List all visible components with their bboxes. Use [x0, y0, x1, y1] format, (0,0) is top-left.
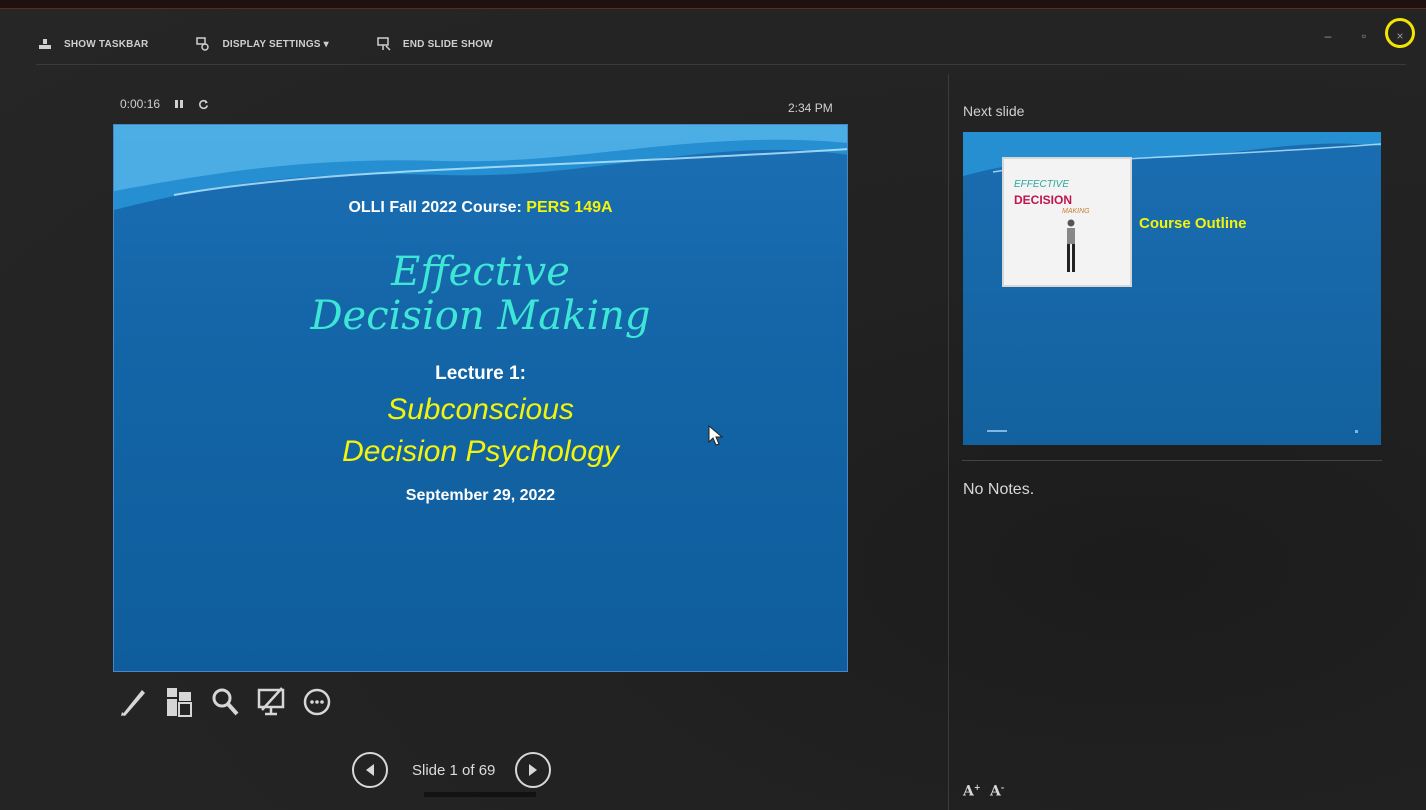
- increase-font-icon: A: [963, 783, 974, 800]
- display-settings-label: DISPLAY SETTINGS ▾: [222, 38, 329, 50]
- next-slide-footer-text: [987, 430, 1007, 432]
- book-cover-line1: EFFECTIVE: [1014, 179, 1070, 190]
- decrease-font-icon: A: [990, 783, 1001, 800]
- slide-lecture: Lecture 1:: [435, 363, 526, 384]
- more-options-icon: [303, 688, 331, 716]
- increase-font-button[interactable]: A+: [963, 782, 981, 800]
- book-cover-line2: DECISION: [1014, 193, 1073, 207]
- black-screen-icon: [257, 687, 285, 716]
- see-all-slides-icon: [167, 688, 192, 717]
- next-slide-label: Next slide: [963, 103, 1025, 119]
- slide-course-line: OLLI Fall 2022 Course: PERS 149A: [114, 199, 847, 217]
- toolbar-divider: [36, 64, 1406, 65]
- display-settings-icon: [196, 37, 210, 51]
- display-settings-button[interactable]: DISPLAY SETTINGS ▾: [196, 37, 329, 51]
- previous-slide-button[interactable]: [352, 752, 388, 788]
- more-options-button[interactable]: [300, 683, 334, 721]
- speaker-notes: No Notes.: [963, 481, 1035, 498]
- next-slide-button[interactable]: [515, 752, 552, 788]
- course-code: PERS 149A: [526, 199, 613, 216]
- current-time: 2:34 PM: [788, 101, 833, 115]
- pen-tool-button[interactable]: [116, 683, 150, 721]
- zoom-button[interactable]: [208, 683, 242, 721]
- end-slide-show-label: END SLIDE SHOW: [402, 38, 493, 50]
- mouse-cursor-icon: [708, 425, 724, 446]
- minimize-icon: ‒: [1324, 29, 1332, 43]
- current-slide[interactable]: OLLI Fall 2022 Course: PERS 149A Effecti…: [113, 124, 848, 672]
- show-taskbar-label: SHOW TASKBAR: [64, 38, 149, 50]
- slide-navigation: Slide 1 of 69: [352, 752, 552, 788]
- slide-tools: [116, 683, 346, 721]
- next-slide-page-number: [1355, 430, 1358, 433]
- restart-timer-icon[interactable]: [198, 99, 209, 110]
- book-cover-line3: MAKING: [1062, 208, 1090, 215]
- slide-counter: Slide 1 of 69: [412, 761, 496, 779]
- end-show-icon: [377, 37, 391, 51]
- slide-subtitle-line2: Decision Psychology: [342, 435, 619, 468]
- person-figure-icon: [1067, 219, 1075, 272]
- minimize-button[interactable]: ‒: [1320, 26, 1336, 46]
- next-slide-title: Course Outline: [1139, 215, 1247, 232]
- close-highlight-ring: [1385, 18, 1415, 48]
- restore-icon: ▫: [1361, 29, 1367, 43]
- elapsed-time: 0:00:16: [120, 97, 161, 111]
- course-prefix: OLLI Fall 2022 Course:: [348, 199, 522, 216]
- next-arrow-icon: [529, 764, 538, 776]
- timer-bar: 0:00:16: [120, 97, 209, 111]
- show-taskbar-button[interactable]: SHOW TASKBAR: [38, 38, 148, 50]
- restore-button[interactable]: ▫: [1356, 26, 1372, 46]
- notes-divider: [962, 460, 1382, 461]
- pause-icon[interactable]: [174, 99, 184, 109]
- slide-progress-bar: [424, 792, 536, 797]
- top-strip: [0, 0, 1426, 9]
- end-slide-show-button[interactable]: END SLIDE SHOW: [377, 37, 493, 51]
- decrease-font-button[interactable]: A-: [990, 782, 1004, 800]
- slide-subtitle-line1: Subconscious: [387, 393, 574, 426]
- slide-date: September 29, 2022: [405, 487, 556, 504]
- pane-divider[interactable]: [948, 74, 949, 810]
- next-slide-preview[interactable]: EFFECTIVE DECISION MAKING Course Outline: [963, 132, 1381, 445]
- presenter-toolbar: SHOW TASKBAR DISPLAY SETTINGS ▾ END SLID…: [38, 30, 541, 58]
- slide-title-line2: Decision Making: [310, 293, 651, 339]
- taskbar-icon: [39, 39, 51, 49]
- previous-arrow-icon: [366, 764, 374, 776]
- book-cover-image: EFFECTIVE DECISION MAKING: [1004, 159, 1130, 285]
- zoom-icon: [212, 688, 239, 716]
- slide-title-line1: Effective: [391, 249, 570, 295]
- pen-icon: [121, 690, 145, 716]
- black-screen-button[interactable]: [254, 683, 288, 721]
- see-all-slides-button[interactable]: [162, 683, 196, 721]
